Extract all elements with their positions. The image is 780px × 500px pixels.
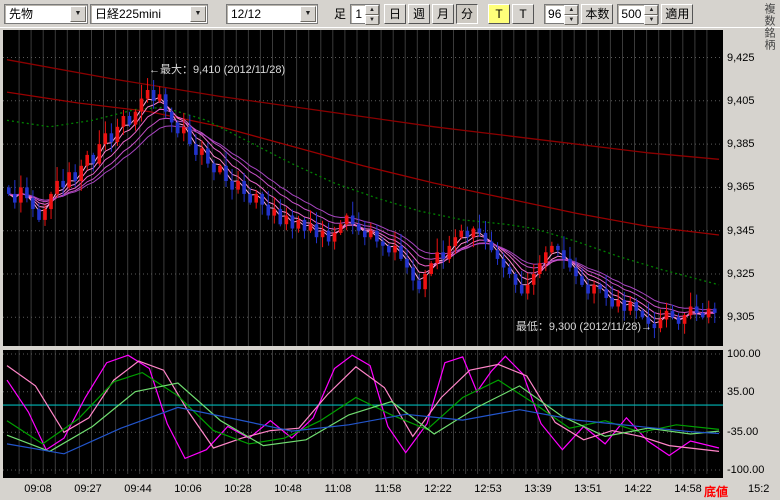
instrument-type-value: 先物 [5, 5, 70, 22]
time-label: 10:06 [171, 483, 205, 495]
tick-toggle-button[interactable]: T [488, 4, 510, 24]
date-value: 12/12 [227, 7, 300, 21]
instrument-type-select[interactable]: 先物 ▼ [4, 4, 88, 24]
time-label: 14:22 [621, 483, 655, 495]
bar-type-label: 足 [334, 5, 346, 22]
period-day-button[interactable]: 日 [384, 4, 406, 24]
price-axis-label: 9,325 [727, 268, 755, 280]
bar-interval-value: 1 [351, 7, 365, 21]
indicator-axis-label: 35.00 [727, 386, 755, 398]
spinner-down-icon[interactable]: ▼ [564, 15, 578, 25]
spinner-up-icon[interactable]: ▲ [644, 5, 658, 15]
t-button[interactable]: T [512, 4, 534, 24]
date-select[interactable]: 12/12 ▼ [226, 4, 318, 24]
time-axis: 底値 15:2 09:08 09:27 09:44 10:06 10:28 10:48 11… [0, 478, 780, 500]
period-minute-button[interactable]: 分 [456, 4, 478, 24]
length-stepper[interactable]: 500 ▲▼ [617, 4, 659, 24]
price-axis-label: 9,385 [727, 138, 755, 150]
time-label: 12:53 [471, 483, 505, 495]
spinner-up-icon[interactable]: ▲ [564, 5, 578, 15]
indicator-axis-label: 100.00 [727, 348, 761, 360]
price-axis-label: 9,425 [727, 52, 755, 64]
instrument-select[interactable]: 日経225mini ▼ [90, 4, 208, 24]
multi-symbol-label[interactable]: 複数銘柄 [761, 3, 777, 51]
period-week-button[interactable]: 週 [408, 4, 430, 24]
spinner-down-icon[interactable]: ▼ [365, 15, 379, 25]
chevron-down-icon[interactable]: ▼ [300, 6, 316, 22]
price-axis-label: 9,305 [727, 311, 755, 323]
price-axis-label: 9,365 [727, 181, 755, 193]
time-label: 13:39 [521, 483, 555, 495]
bar-interval-stepper[interactable]: 1 ▲▼ [350, 4, 380, 24]
time-label: 11:58 [371, 483, 405, 495]
chevron-down-icon[interactable]: ▼ [70, 6, 86, 22]
min-annotation: 最低：9,300 (2012/11/28)→ [516, 320, 652, 333]
period-month-button[interactable]: 月 [432, 4, 454, 24]
price-axis-label: 9,345 [727, 225, 755, 237]
time-label: 13:51 [571, 483, 605, 495]
indicator-axis-label: -100.00 [727, 464, 764, 476]
bottom-price-label: 底値 [704, 483, 728, 500]
price-chart-area[interactable]: ←最大：9,410 (2012/11/28) 最低：9,300 (2012/11/… [3, 30, 723, 478]
apply-button[interactable]: 適用 [661, 4, 693, 24]
indicator-axis-label: -35.00 [727, 426, 758, 438]
chart-canvas[interactable]: ←最大：9,410 (2012/11/28) 最低：9,300 (2012/11/… [3, 30, 723, 478]
time-label: 09:44 [121, 483, 155, 495]
bars-button[interactable]: 本数 [581, 4, 613, 24]
time-label-overflow: 15:2 [748, 483, 769, 495]
max-annotation: ←最大：9,410 (2012/11/28) [149, 62, 285, 76]
time-label: 09:27 [71, 483, 105, 495]
chevron-down-icon[interactable]: ▼ [190, 6, 206, 22]
spinner-arrows[interactable]: ▲▼ [564, 5, 578, 23]
time-label: 14:58 [671, 483, 705, 495]
bars-count-value: 96 [545, 7, 564, 21]
price-axis-label: 9,405 [727, 95, 755, 107]
time-label: 10:28 [221, 483, 255, 495]
bars-count-stepper[interactable]: 96 ▲▼ [544, 4, 579, 24]
spinner-down-icon[interactable]: ▼ [644, 15, 658, 25]
time-label: 11:08 [321, 483, 355, 495]
price-axis-gutter: 9,425 9,405 9,385 9,365 9,345 9,325 9,305 100.0… [723, 28, 780, 478]
time-label: 09:08 [21, 483, 55, 495]
instrument-value: 日経225mini [91, 5, 190, 22]
time-label: 12:22 [421, 483, 455, 495]
spinner-arrows[interactable]: ▲▼ [644, 5, 658, 23]
toolbar: 先物 ▼ 日経225mini ▼ 12/12 ▼ 足 1 ▲▼ 日 週 月 分 … [0, 0, 780, 28]
chart-application-window: 先物 ▼ 日経225mini ▼ 12/12 ▼ 足 1 ▲▼ 日 週 月 分 … [0, 0, 780, 500]
length-value: 500 [618, 7, 644, 21]
time-label: 10:48 [271, 483, 305, 495]
spinner-up-icon[interactable]: ▲ [365, 5, 379, 15]
spinner-arrows[interactable]: ▲▼ [365, 5, 379, 23]
